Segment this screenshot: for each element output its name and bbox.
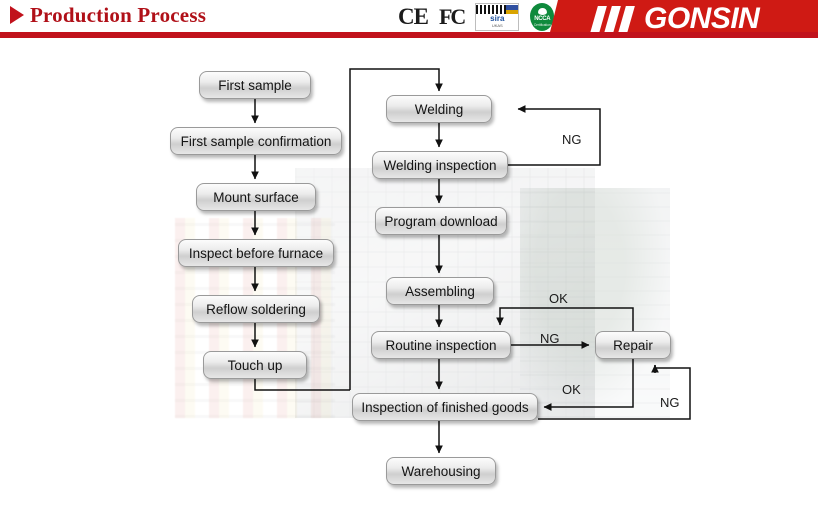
sira-sublabel: UKAS bbox=[491, 23, 503, 28]
edge-label-ok-repair-out: OK bbox=[562, 382, 581, 397]
node-welding-inspection[interactable]: Welding inspection bbox=[372, 151, 508, 179]
node-touch-up[interactable]: Touch up bbox=[203, 351, 307, 379]
logo-wordmark: GONSIN bbox=[644, 2, 760, 35]
node-reflow-soldering[interactable]: Reflow soldering bbox=[192, 295, 320, 323]
node-routine-inspection[interactable]: Routine inspection bbox=[371, 331, 511, 359]
sira-barcode bbox=[476, 5, 507, 14]
ce-mark-icon: CE bbox=[398, 4, 429, 29]
logo-slashes-icon bbox=[590, 6, 635, 33]
flowchart-canvas: Repair --> down into Routine inspection … bbox=[0, 38, 818, 511]
sira-mark-icon: sira UKAS bbox=[475, 3, 520, 31]
node-welding[interactable]: Welding bbox=[386, 95, 492, 123]
node-warehousing[interactable]: Warehousing bbox=[386, 457, 496, 485]
page-title: Production Process bbox=[30, 3, 207, 27]
page-title-group: Production Process bbox=[10, 2, 206, 28]
fcc-mark-icon: FC bbox=[438, 4, 466, 29]
certification-marks: CE FC sira UKAS NCCA Certification bbox=[398, 2, 555, 32]
sira-label: sira bbox=[490, 14, 505, 23]
sira-top-strip bbox=[476, 5, 519, 14]
node-first-sample-confirmation[interactable]: First sample confirmation bbox=[170, 127, 342, 155]
node-program-download[interactable]: Program download bbox=[375, 207, 507, 235]
node-repair[interactable]: Repair bbox=[595, 331, 671, 359]
node-mount-surface[interactable]: Mount surface bbox=[196, 183, 316, 211]
node-inspection-finished-goods[interactable]: Inspection of finished goods bbox=[352, 393, 538, 421]
node-assembling[interactable]: Assembling bbox=[386, 277, 494, 305]
edge-label-ng-routine: NG bbox=[540, 331, 560, 346]
triangle-right-icon bbox=[10, 6, 24, 24]
edge-label-ok-repair-in: OK bbox=[549, 291, 568, 306]
node-inspect-before-furnace[interactable]: Inspect before furnace bbox=[178, 239, 334, 267]
edge-label-ng-finished: NG bbox=[660, 395, 680, 410]
sira-shield bbox=[506, 5, 519, 14]
page-header: Production Process CE FC sira UKAS NCCA … bbox=[0, 0, 818, 38]
node-first-sample[interactable]: First sample bbox=[199, 71, 311, 99]
edge-label-ng-welding: NG bbox=[562, 132, 582, 147]
